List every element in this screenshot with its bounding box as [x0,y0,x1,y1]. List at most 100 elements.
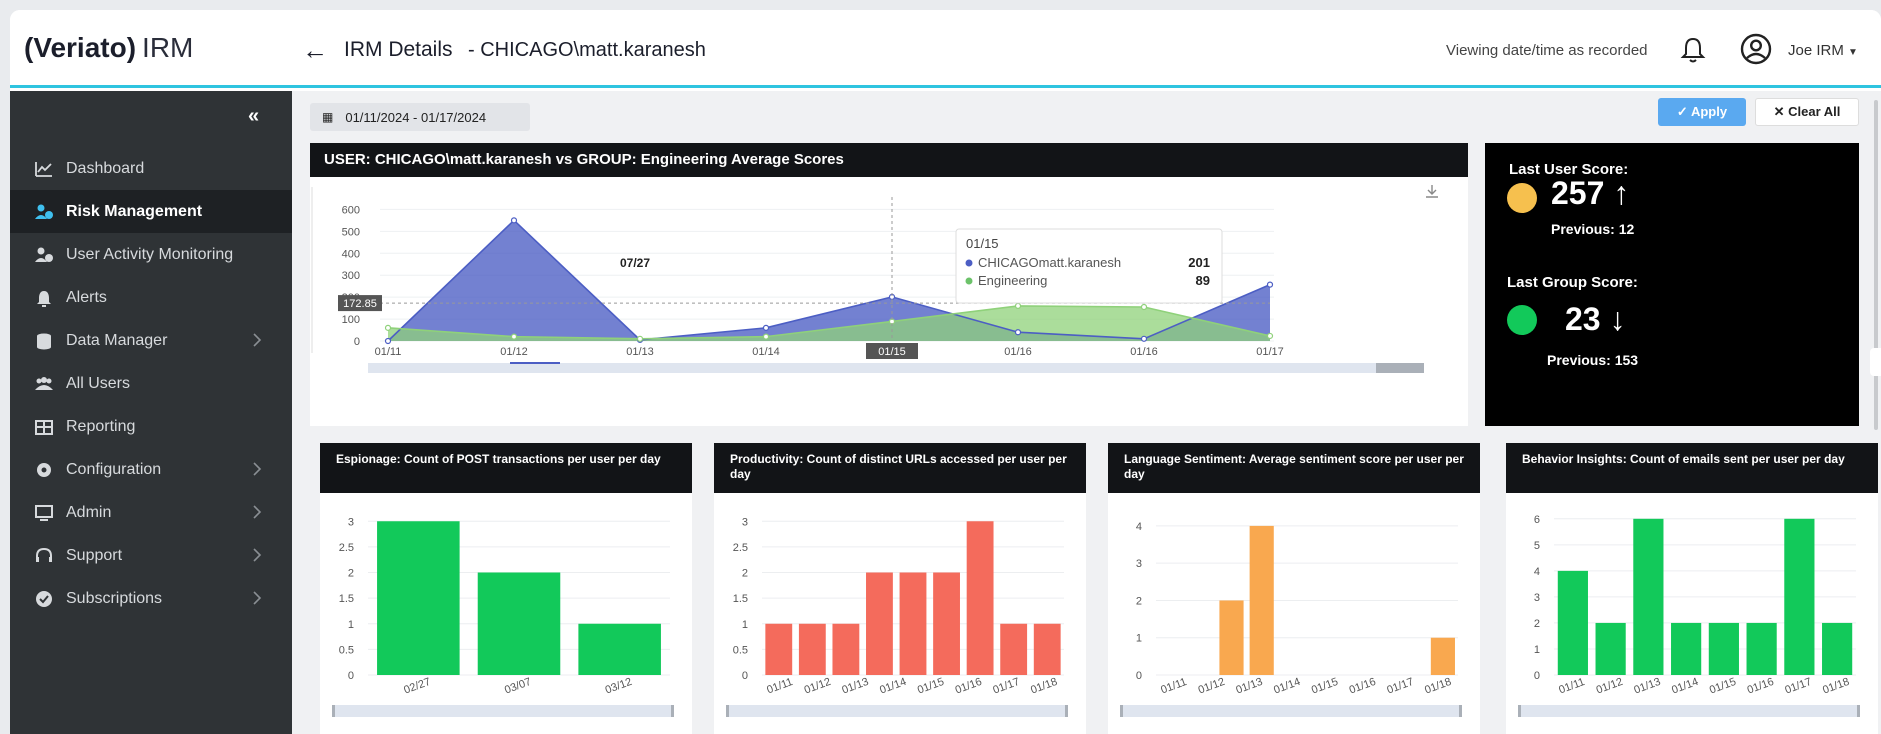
sidebar-item-dashboard[interactable]: Dashboard [10,147,292,190]
bar[interactable] [477,572,561,676]
navigator-handle[interactable] [1120,705,1123,717]
sidebar-item-label: Admin [66,503,112,521]
series-point[interactable] [384,337,392,345]
navigator-handle[interactable] [332,705,335,717]
collapse-sidebar-icon[interactable]: « [248,105,259,128]
bar[interactable] [1430,637,1455,675]
bar[interactable] [966,521,994,675]
y-tick-label: 1.5 [733,593,748,605]
espionage-card: Espionage: Count of POST transactions pe… [320,443,692,734]
series-point[interactable] [1266,281,1274,288]
date-range-picker[interactable]: ▦ 01/11/2024 - 01/17/2024 [310,103,530,131]
viewing-date-note: Viewing date/time as recorded [1446,42,1648,59]
y-tick-label: 500 [342,226,360,238]
y-tick-label: 0.5 [733,644,748,656]
bar[interactable] [1595,622,1626,675]
series-point[interactable] [1266,332,1274,340]
chart-navigator[interactable] [726,705,1068,717]
group-previous-score: Previous: 153 [1547,352,1639,368]
chart-navigator[interactable] [1120,705,1462,717]
bar[interactable] [578,623,661,675]
series-point[interactable] [384,324,392,331]
user-score-dot [1507,183,1537,213]
veriato-logo[interactable]: (Veriato) IRM [24,32,193,64]
bar[interactable] [1000,623,1028,675]
x-tick-label: 01/12 [1595,676,1625,697]
language-sentiment-bar-chart[interactable]: 0 1 2 3 4 01/11 01/12 01/13 01/14 01/15 01/16 01/17… [1108,493,1480,734]
series-point[interactable] [762,333,770,340]
series-point[interactable] [510,333,518,340]
page-scrollbar[interactable] [1874,100,1878,430]
navigator-handle[interactable] [671,705,674,717]
logo-brand: Veriato [33,32,127,63]
navigator-handle[interactable] [1065,705,1068,717]
bar[interactable] [1822,622,1853,675]
series-point[interactable] [1140,335,1148,342]
x-tick-label: 01/18 [1423,676,1453,697]
settings-gear-tab[interactable] [1870,348,1881,376]
bar[interactable] [1557,570,1588,675]
bar[interactable] [765,623,793,675]
sidebar-item-support[interactable]: Support [10,534,292,577]
sidebar-item-configuration[interactable]: Configuration [10,448,292,491]
sidebar-item-alerts[interactable]: Alerts [10,276,292,319]
bar[interactable] [866,572,893,676]
bar[interactable] [899,572,927,676]
x-tick-label: 01/13 [840,676,870,697]
sidebar-item-data-manager[interactable]: Data Manager [10,319,292,362]
productivity-bar-chart[interactable]: 0 0.5 1 1.5 2 2.5 3 01/11 01/12 01/13 01/14 01/15 01… [714,493,1086,734]
x-tick-label: 01/12 [500,346,528,358]
chart-navigator[interactable] [368,363,1424,373]
x-tick-label: 01/11 [1557,676,1586,696]
user-menu[interactable]: Joe IRM ▼ [1788,42,1858,59]
sidebar-item-subscriptions[interactable]: Subscriptions [10,577,292,620]
series-point[interactable] [1014,329,1022,336]
apply-button[interactable]: ✓ Apply [1658,98,1746,126]
sidebar-item-admin[interactable]: Admin [10,491,292,534]
bar[interactable] [1249,525,1274,675]
bar[interactable] [798,623,826,675]
clear-all-button[interactable]: ✕ Clear All [1755,98,1859,126]
bar[interactable] [1671,622,1702,675]
series-point[interactable] [636,335,644,342]
sidebar-item-user-activity-monitoring[interactable]: User Activity Monitoring [10,233,292,276]
notification-bell-icon[interactable] [1680,36,1706,64]
bar[interactable] [933,572,960,676]
navigator-handle[interactable] [1376,363,1424,373]
chart-navigator[interactable] [332,705,674,717]
y-tick-label: 6 [1534,514,1540,526]
bar[interactable] [377,521,460,675]
back-arrow-icon[interactable]: ← [302,37,328,63]
navigator-handle[interactable] [1518,705,1521,717]
bar[interactable] [1708,622,1739,675]
bar[interactable] [1784,518,1815,675]
bar[interactable] [1033,623,1061,675]
series-point[interactable] [762,324,770,331]
x-tick-label: 01/14 [1272,676,1302,697]
sidebar-item-label: Data Manager [66,331,168,349]
bar[interactable] [1219,600,1244,675]
logo-suffix: IRM [142,32,194,63]
series-point[interactable] [510,217,518,224]
bar[interactable] [1633,518,1664,675]
download-icon[interactable] [1426,185,1438,198]
behavior-insights-bar-chart[interactable]: 0 1 2 3 4 5 6 01/11 01/12 01/13 01/14 01/15 01/16 01/… [1506,493,1878,734]
sidebar-item-all-users[interactable]: All Users [10,362,292,405]
y-tick-label: 400 [342,248,360,260]
score-trend-chart[interactable]: 0100200300400500600172.8507/2701/1101/12… [310,177,1468,426]
bar[interactable] [1746,622,1777,675]
bar[interactable] [832,623,860,675]
series-point[interactable] [1140,303,1148,311]
sidebar-item-risk-management[interactable]: Risk Management [10,190,292,233]
navigator-handle[interactable] [1857,705,1860,717]
espionage-bar-chart[interactable]: 0 0.5 1 1.5 2 2.5 3 02/27 03/07 03/12 [320,493,692,734]
y-tick-label: 2.5 [339,542,354,554]
navigator-handle[interactable] [726,705,729,717]
series-point[interactable] [1014,302,1022,310]
navigator-handle[interactable] [1459,705,1462,717]
x-tick-label: 01/17 [991,676,1021,697]
chart-navigator[interactable] [1518,705,1860,717]
user-avatar-icon[interactable] [1740,33,1772,65]
sidebar-item-reporting[interactable]: Reporting [10,405,292,448]
chevron-right-icon [253,548,262,562]
